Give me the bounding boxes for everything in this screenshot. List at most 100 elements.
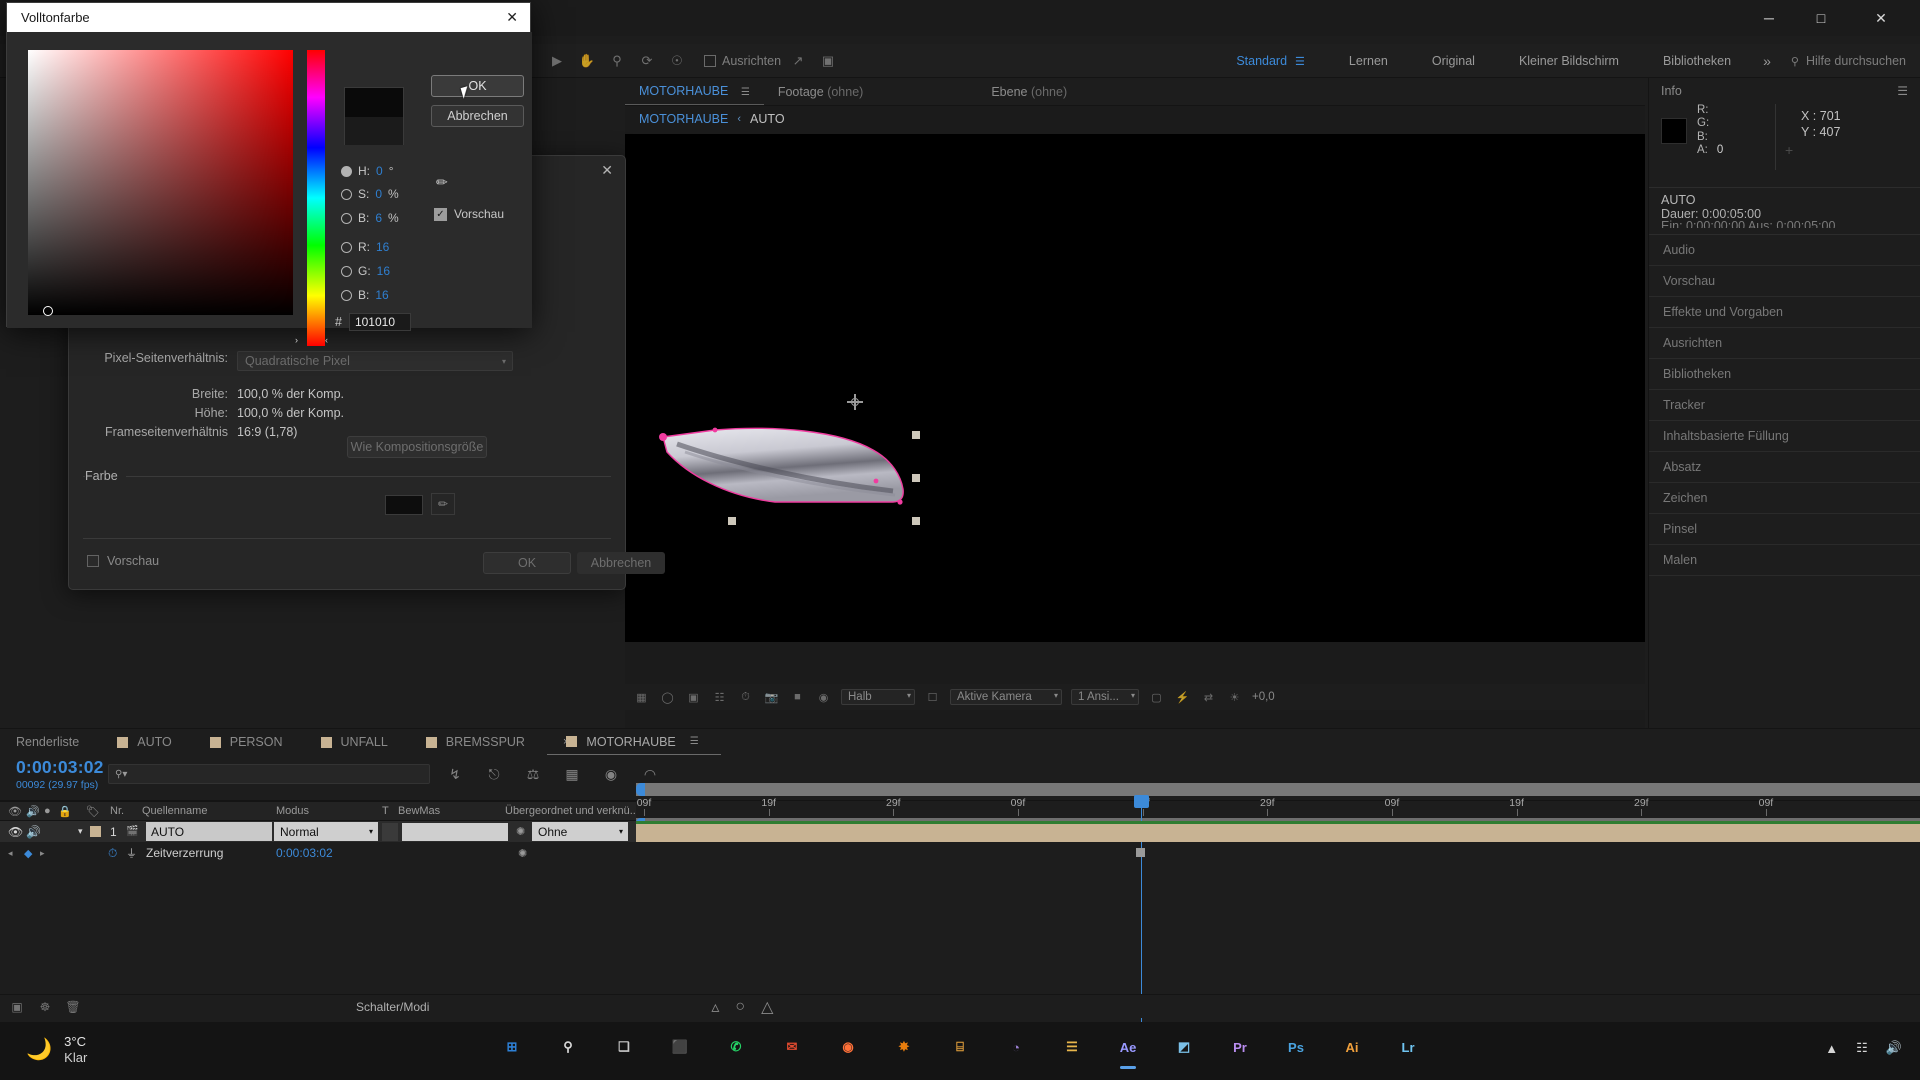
preserve-transparency-toggle[interactable] [382,822,398,841]
radio-s[interactable] [341,188,352,200]
hue-slider[interactable] [307,50,325,346]
show-snapshot-icon[interactable]: ■ [789,689,806,706]
sidebar-item-absatz[interactable]: Absatz [1649,452,1920,483]
solid-ok-button[interactable]: OK [483,552,571,574]
layer-name[interactable]: AUTO [146,822,272,841]
radio-b-brightness[interactable] [341,212,352,224]
workspace-tab-kleiner-bildschirm[interactable]: Kleiner Bildschirm [1497,44,1641,78]
property-pickwhip-icon[interactable]: ✺ [518,847,527,860]
sidebar-item-bibliotheken[interactable]: Bibliotheken [1649,359,1920,390]
timeline-tab-unfall[interactable]: UNFALL [305,729,410,755]
frame-blending-icon[interactable]: ▦ [561,763,583,785]
layer-duration-bar[interactable] [636,821,1920,842]
pixel-aspect-select[interactable]: Quadratische Pixel [237,351,513,371]
workspace-more-icon[interactable]: » [1753,53,1781,69]
sidebar-item-audio[interactable]: Audio [1649,235,1920,266]
whatsapp-icon[interactable]: ✆ [719,1030,753,1064]
breadcrumb-comp[interactable]: MOTORHAUBE [639,112,728,126]
premiere-icon[interactable]: Pr [1223,1030,1257,1064]
panel-menu-icon[interactable]: ☰ [1897,84,1908,98]
panel-menu-icon[interactable]: ☰ [690,736,699,747]
parent-select[interactable]: Ohne [532,822,628,841]
field-h-value[interactable]: 0 [376,164,383,178]
keyframe-track[interactable] [636,844,1920,862]
magnification-select[interactable]: Halb [841,689,915,705]
window-close-button[interactable]: ✕ [1858,0,1904,36]
field-r[interactable]: R: 16 [341,240,389,254]
layer-label-swatch[interactable] [90,826,101,837]
tray-network-icon[interactable]: ☷ [1856,1040,1868,1056]
workspace-tab-original[interactable]: Original [1410,44,1497,78]
zoom-out-icon[interactable]: ▵ [711,997,719,1017]
teams-icon[interactable]: ⬛ [663,1030,697,1064]
graph-icon[interactable]: ⏚ [126,845,137,861]
column-modus[interactable]: Modus [276,805,309,817]
lock-toggle-icon[interactable]: 🔒 [58,805,72,818]
sidebar-item-ausrichten[interactable]: Ausrichten [1649,328,1920,359]
close-icon[interactable]: ✕ [601,162,613,179]
next-keyframe-icon[interactable]: ▸ [40,848,45,859]
breadcrumb-layer[interactable]: AUTO [750,112,785,126]
work-area-start-handle[interactable] [636,783,645,796]
radio-h[interactable] [341,165,352,177]
work-area-bar[interactable] [636,783,1920,796]
property-row[interactable]: ◂ ◆ ▸ ⏱ ⏚ Zeitverzerrung 0:00:03:02 ✺ [0,842,636,864]
timeline-search-input[interactable]: ⚲▾ [108,764,430,784]
eyedropper-icon[interactable]: ✏ [431,493,455,515]
tray-volume-icon[interactable]: 🔊 [1886,1040,1902,1056]
field-b-brightness[interactable]: B: 6 % [341,211,399,225]
property-value[interactable]: 0:00:03:02 [276,846,333,860]
orbit-tool-icon[interactable]: ⟳ [634,48,660,74]
comp-tab-footage[interactable]: Footage (ohne) [764,85,878,105]
toggle-mask-icon[interactable]: ◯ [659,689,676,706]
timeline-tab-renderliste[interactable]: Renderliste [0,729,101,755]
keyframe-marker[interactable] [1136,848,1145,857]
table-row[interactable]: 👁 🔊 ▾ 1 🎬 AUTO Normal ✺ Ohne [0,821,636,842]
field-s[interactable]: S: 0 % [341,187,399,201]
radio-b-blue[interactable] [341,289,352,301]
color-picker-preview-row[interactable]: ✓ Vorschau [434,207,504,221]
draft-3d-icon[interactable]: ⎋ [483,763,505,785]
audio-toggle-icon[interactable]: 🔊 [26,805,40,818]
keyframe-diamond-icon[interactable]: ◆ [24,847,32,860]
blend-mode-select[interactable]: Normal [274,822,378,841]
sidebar-item-inhaltsbasierte-fuellung[interactable]: Inhaltsbasierte Füllung [1649,421,1920,452]
solid-cancel-button[interactable]: Abbrechen [577,552,665,574]
field-b-value[interactable]: 6 [375,211,382,225]
channel-icon[interactable]: ◉ [815,689,832,706]
field-blue-value[interactable]: 16 [375,288,388,302]
solid-color-swatch[interactable] [385,495,423,515]
color-picker-cancel-button[interactable]: Abbrechen [431,105,524,127]
exposure-value[interactable]: +0,0 [1252,691,1275,703]
pan-tool-icon[interactable]: ☉ [664,48,690,74]
resolution-icon[interactable]: ☐ [924,689,941,706]
composition-viewer[interactable] [625,134,1645,642]
panel-menu-icon[interactable]: ☰ [741,87,750,98]
row-video-toggle[interactable]: 👁 [8,825,23,839]
timeline-tab-person[interactable]: PERSON [194,729,305,755]
switches-modes-toggle[interactable]: Schalter/Modi [356,1000,429,1014]
snapping-checkbox[interactable] [704,54,716,67]
timeline-zoom-control[interactable]: ▵ ○ △ [711,997,773,1017]
column-quellenname[interactable]: Quellenname [142,805,207,817]
stopwatch-icon[interactable]: ⏱ [108,846,117,861]
explorer-alt-icon[interactable]: ⌸ [943,1030,977,1064]
after-effects-icon[interactable]: Ae [1111,1030,1145,1064]
preview-checkbox[interactable] [87,555,99,567]
comp-tab-motorhaube[interactable]: MOTORHAUBE ☰ [625,84,764,105]
hex-input[interactable]: 101010 [348,313,411,331]
sidebar-item-pinsel[interactable]: Pinsel [1649,514,1920,545]
column-uebergeordnet[interactable]: Übergeordnet und verknü.. [505,805,636,817]
toggle-transparency-grid-icon[interactable]: ▦ [633,689,650,706]
view-layout-select[interactable]: 1 Ansi... [1071,689,1139,705]
field-g-value[interactable]: 16 [377,264,390,278]
workspace-tab-standard[interactable]: Standard ☰ [1214,44,1327,78]
zoom-in-icon[interactable]: △ [761,997,773,1017]
composition-flowchart-icon[interactable]: ↯ [444,763,466,785]
fast-previews-icon[interactable]: ⚡ [1174,689,1191,706]
blender-icon[interactable]: ✸ [887,1030,921,1064]
comp-flowchart-icon[interactable]: ☸ [34,996,56,1018]
window-minimize-button[interactable]: ─ [1746,0,1792,36]
workspace-tab-bibliotheken[interactable]: Bibliotheken [1641,44,1753,78]
sidebar-item-zeichen[interactable]: Zeichen [1649,483,1920,514]
